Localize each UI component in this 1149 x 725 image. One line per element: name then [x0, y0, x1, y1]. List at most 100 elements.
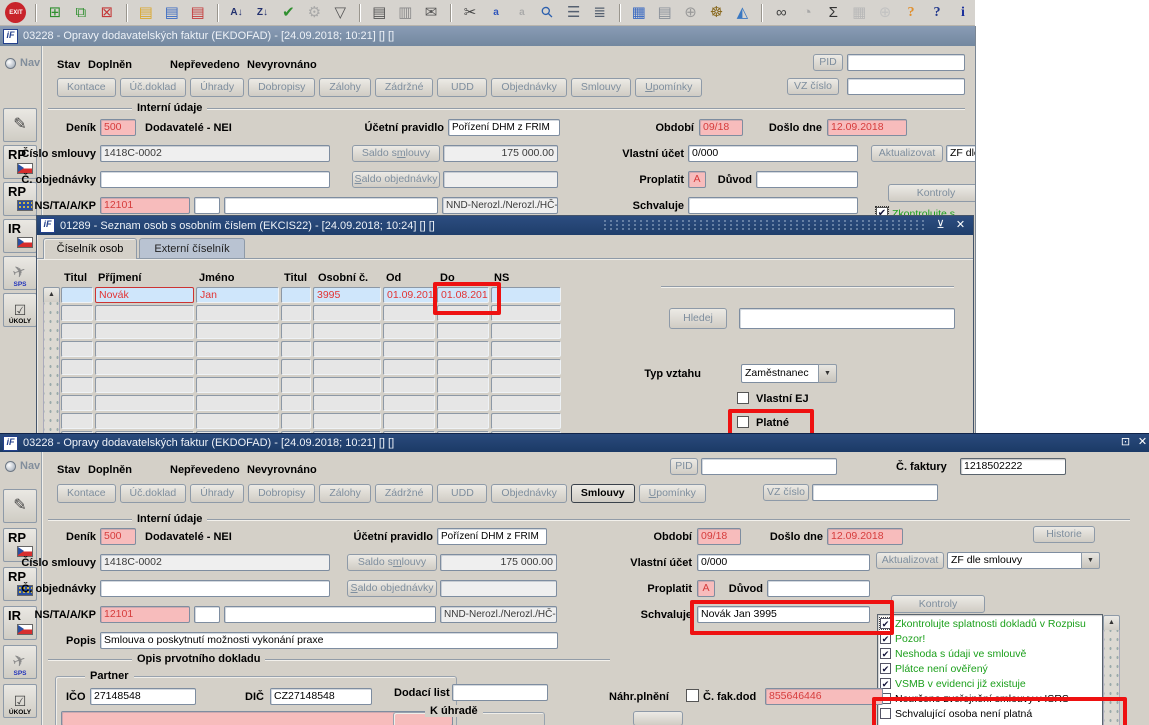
- objednavky-field[interactable]: [100, 580, 330, 597]
- print-setup-icon[interactable]: ▥: [393, 1, 417, 25]
- zf-dropdown-clipped[interactable]: ZF dle smlouvy: [946, 145, 975, 162]
- historie-button[interactable]: Historie: [1033, 526, 1095, 543]
- close-button[interactable]: ✕: [1135, 435, 1149, 449]
- cislo-smlouvy-field[interactable]: 1418C-0002: [100, 145, 330, 162]
- ns-long-field[interactable]: [224, 606, 436, 623]
- ns-field[interactable]: 12101: [100, 606, 190, 623]
- obdobi-field[interactable]: 09/18: [699, 119, 743, 136]
- sum-icon[interactable]: Σ: [821, 1, 845, 25]
- sort-asc-icon[interactable]: A↓: [216, 1, 249, 25]
- doc-tab-button[interactable]: UDD: [437, 78, 488, 97]
- sps-button[interactable]: ✈ SPS: [3, 645, 37, 679]
- saldo-objednavky-button[interactable]: Saldo objednávky: [347, 580, 437, 597]
- dodaci-list-field[interactable]: [452, 684, 548, 701]
- saldo-smlouvy-button[interactable]: Saldo smlouvy: [352, 145, 440, 162]
- context-help-icon[interactable]: ?: [899, 1, 923, 25]
- table-row[interactable]: [61, 395, 561, 411]
- doc-tab-button[interactable]: Zálohy: [319, 484, 371, 503]
- restore-button[interactable]: ⊡: [1118, 435, 1133, 449]
- cislo-smlouvy-field[interactable]: 1418C-0002: [100, 554, 330, 571]
- ir-cz-button[interactable]: IR: [3, 219, 37, 253]
- tab-externi-ciselnik[interactable]: Externí číselník: [139, 238, 245, 259]
- proplatit-field[interactable]: A: [688, 171, 706, 188]
- check-item[interactable]: ✔ Pozor!: [880, 633, 1100, 645]
- window-form-icon[interactable]: ▤: [653, 1, 677, 25]
- doc-tab-button[interactable]: Úhrady: [190, 484, 245, 503]
- schvaluje-field[interactable]: [688, 197, 858, 214]
- check-checkbox[interactable]: ✔: [879, 617, 892, 630]
- pravidlo-field[interactable]: Pořízení DHM z FRIM: [448, 119, 560, 136]
- hledej-button[interactable]: Hledej: [669, 308, 727, 329]
- zf-dropdown[interactable]: ZF dle smlouvy ▼: [947, 552, 1100, 569]
- helm-icon[interactable]: ☸: [705, 1, 729, 25]
- doc-tab-button[interactable]: Úhrady: [190, 78, 245, 97]
- table-row[interactable]: Novák Jan 3995 01.09.2011 01.08.2013: [61, 287, 561, 303]
- check-item[interactable]: ✔ Zkontrolujte splatnosti dokladů v Rozp…: [879, 617, 1100, 630]
- dropdown-arrow-icon[interactable]: ▼: [1081, 552, 1100, 569]
- pravidlo-field[interactable]: Pořízení DHM z FRIM: [437, 528, 547, 545]
- vz-button[interactable]: VZ číslo: [763, 484, 809, 501]
- kontroly-button[interactable]: Kontroly: [888, 184, 975, 202]
- table-row[interactable]: [61, 323, 561, 339]
- enter-query-icon[interactable]: ▤: [125, 1, 158, 25]
- platne-checkbox[interactable]: [737, 416, 749, 428]
- check-item[interactable]: Neurčeno zveřejnění smlouvy v ISRS: [880, 693, 1100, 705]
- doc-tab-button[interactable]: Dobropisy: [248, 78, 316, 97]
- popis-field[interactable]: Smlouva o poskytnutí možnosti vykonání p…: [100, 632, 558, 649]
- paste-field-icon[interactable]: a: [510, 1, 534, 25]
- nav-toggle[interactable]: Nav: [5, 460, 40, 472]
- ukoly-button[interactable]: ☑ ÚKOLY: [3, 293, 37, 327]
- insert-record-icon[interactable]: ⊞: [34, 1, 67, 25]
- vz-field[interactable]: [847, 78, 965, 95]
- doc-tab-button[interactable]: Dobropisy: [248, 484, 316, 503]
- obdobi-field[interactable]: 09/18: [697, 528, 741, 545]
- table-row[interactable]: [61, 305, 561, 321]
- doc-tab-button[interactable]: Objednávky: [491, 78, 567, 97]
- tree-view-icon[interactable]: ≣: [588, 1, 612, 25]
- commit-icon[interactable]: ✔: [276, 1, 300, 25]
- doc-tab-button[interactable]: Úč.doklad: [119, 484, 187, 503]
- doc-tab-button[interactable]: Zádržné: [374, 484, 434, 503]
- ns-mid-field[interactable]: [194, 197, 220, 214]
- vlastni-ej-checkbox[interactable]: [737, 392, 749, 404]
- kontroly-button[interactable]: Kontroly: [891, 595, 985, 613]
- disabled-web-icon[interactable]: ⊕: [873, 1, 897, 25]
- vz-field[interactable]: [812, 484, 938, 501]
- ns-long-field[interactable]: [224, 197, 438, 214]
- aktualizovat-button[interactable]: Aktualizovat: [871, 145, 943, 162]
- check-item[interactable]: ✔ Neshoda s údaji ve smlouvě: [880, 648, 1100, 660]
- review-icon[interactable]: ∞: [761, 1, 793, 25]
- check-item[interactable]: Schvalující osoba není platná: [880, 708, 1100, 720]
- clipped-button[interactable]: [633, 711, 683, 725]
- ns-mid-field[interactable]: [194, 606, 220, 623]
- objednavky-field[interactable]: [100, 171, 330, 188]
- list-values-icon[interactable]: ☰: [562, 1, 586, 25]
- doc-tab-button[interactable]: Upomínky: [638, 484, 706, 503]
- tools-icon[interactable]: ⚙: [302, 1, 326, 25]
- scrollbar-track[interactable]: [43, 302, 60, 434]
- copy-field-icon[interactable]: a: [484, 1, 508, 25]
- nahr-plneni-checkbox[interactable]: [686, 689, 699, 702]
- ns-field[interactable]: 12101: [100, 197, 190, 214]
- exit-button[interactable]: EXIT: [4, 1, 28, 25]
- delete-record-icon[interactable]: ⊠: [95, 1, 119, 25]
- sps-button[interactable]: ✈ SPS: [3, 256, 37, 290]
- doc-tab-button[interactable]: Kontace: [57, 484, 116, 503]
- check-item[interactable]: ✔ VSMB v evidenci již existuje: [880, 678, 1100, 690]
- find-icon[interactable]: ⚲: [536, 1, 560, 25]
- table-row[interactable]: [61, 377, 561, 393]
- ico-field[interactable]: 27148548: [90, 688, 196, 705]
- vlastni-ucet-field[interactable]: 0/000: [697, 554, 870, 571]
- cancel-query-icon[interactable]: ▤: [186, 1, 210, 25]
- saldo-objednavky-button[interactable]: Saldo objednávky: [352, 171, 440, 188]
- vlastni-ucet-field[interactable]: 0/000: [688, 145, 858, 162]
- minimize-button[interactable]: ⊻: [933, 218, 948, 232]
- notes-button[interactable]: ✎: [3, 489, 37, 523]
- table-row[interactable]: [61, 413, 561, 429]
- check-checkbox[interactable]: ✔: [880, 663, 891, 674]
- duvod-field[interactable]: [767, 580, 870, 597]
- doc-tab-button[interactable]: Upomínky: [635, 78, 703, 97]
- web-icon[interactable]: ⊕: [679, 1, 703, 25]
- close-button[interactable]: ✕: [953, 218, 968, 232]
- doc-tab-button[interactable]: UDD: [437, 484, 488, 503]
